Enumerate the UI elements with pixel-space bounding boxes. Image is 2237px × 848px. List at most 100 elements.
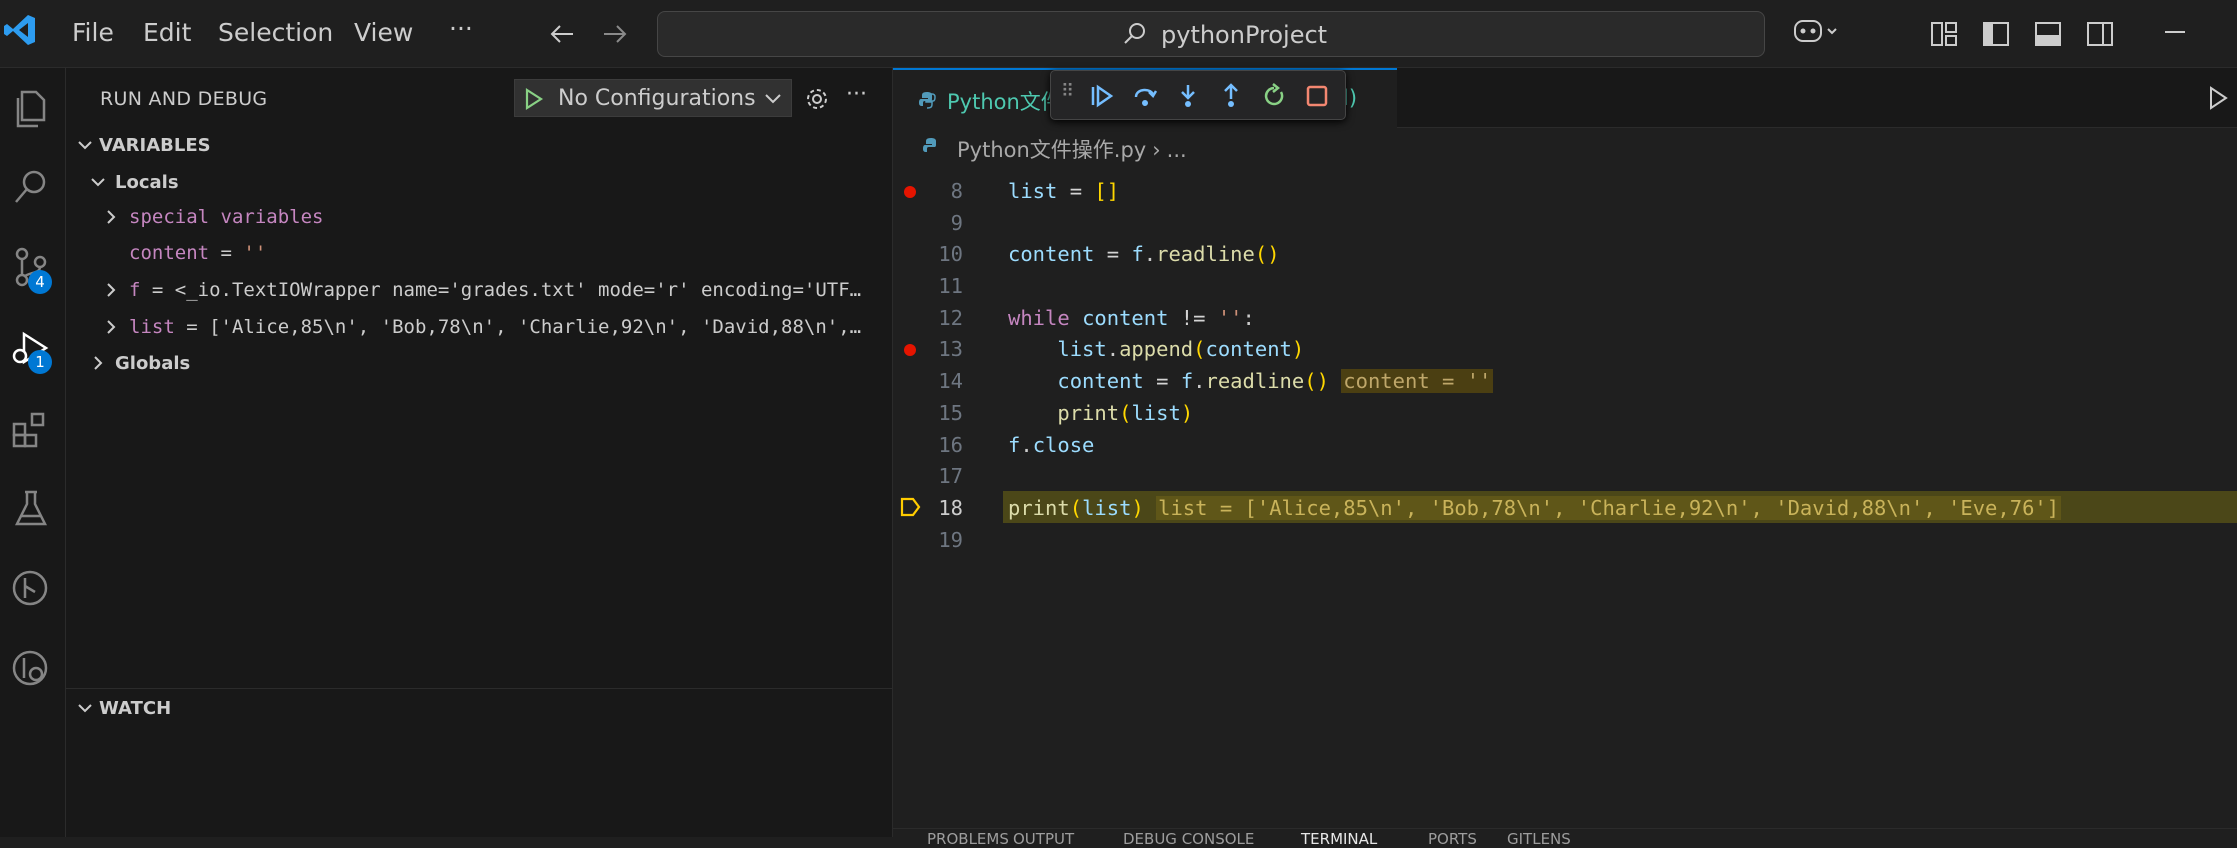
toggle-panel-icon[interactable]: [2034, 20, 2062, 48]
menu-view[interactable]: View: [354, 18, 413, 47]
line-number: 17: [938, 464, 963, 489]
restart-icon[interactable]: [1261, 83, 1287, 109]
line-number: 14: [938, 369, 963, 394]
panel-tab-problems[interactable]: PROBLEMS: [927, 830, 1009, 848]
title-bar: File Edit Selection View ··· pythonProje…: [0, 0, 2237, 68]
code-editor[interactable]: 8 list = [] 9 10 content = f.readline() …: [893, 174, 2237, 554]
toggle-sidebar-icon[interactable]: [1982, 20, 2010, 48]
step-into-icon[interactable]: [1175, 83, 1201, 109]
run-python-file-icon[interactable]: [2206, 85, 2230, 111]
stop-icon[interactable]: [1304, 83, 1330, 109]
special-variables-item[interactable]: special variables: [129, 206, 323, 228]
line-number: 8: [950, 179, 963, 203]
line-number: 18: [938, 495, 963, 520]
panel-tab-output[interactable]: OUTPUT: [1013, 830, 1074, 848]
gitlens-inspect-icon[interactable]: [8, 646, 54, 692]
debug-configuration-dropdown[interactable]: No Configurations: [514, 79, 792, 117]
menu-more[interactable]: ···: [449, 14, 473, 43]
chevron-right-icon[interactable]: [103, 281, 119, 299]
breadcrumb-symbol[interactable]: ...: [1167, 138, 1187, 162]
line-number: 12: [938, 305, 963, 330]
customize-layout-icon[interactable]: [1930, 20, 1958, 48]
run-and-debug-sidebar: RUN AND DEBUG No Configurations ··· VARI…: [66, 68, 893, 837]
line-number: 11: [938, 274, 963, 299]
variable-content[interactable]: content = '': [129, 242, 266, 264]
step-out-icon[interactable]: [1218, 83, 1244, 109]
line-number: 16: [938, 432, 963, 457]
variable-f[interactable]: f = <_io.TextIOWrapper name='grades.txt'…: [129, 279, 889, 301]
globals-scope[interactable]: Globals: [115, 353, 190, 374]
section-divider: [66, 688, 892, 689]
sidebar-title: RUN AND DEBUG: [100, 88, 268, 110]
search-view-icon[interactable]: [8, 164, 54, 210]
command-center-search[interactable]: pythonProject: [657, 11, 1765, 57]
chevron-down-icon: [765, 94, 781, 104]
chevron-right-icon[interactable]: [103, 318, 119, 336]
drag-handle-icon[interactable]: ⠿: [1061, 81, 1074, 102]
start-debugging-icon[interactable]: [523, 87, 545, 111]
extensions-icon[interactable]: [8, 406, 54, 452]
tab-label: Python文件: [947, 90, 1062, 114]
chevron-right-icon[interactable]: [103, 208, 119, 226]
breadcrumb-file[interactable]: Python文件操作.py: [957, 138, 1146, 162]
code-line: 19: [893, 523, 2237, 555]
line-number: 13: [938, 337, 963, 362]
chevron-down-icon[interactable]: [76, 699, 94, 717]
line-number: 10: [938, 242, 963, 267]
step-over-icon[interactable]: [1132, 83, 1158, 109]
copilot-icon[interactable]: [1792, 15, 1840, 49]
activity-bar: 4 1: [0, 68, 66, 837]
python-file-icon: [923, 138, 936, 152]
panel-tab-terminal[interactable]: TERMINAL: [1301, 830, 1377, 848]
explorer-icon[interactable]: [8, 86, 54, 132]
locals-scope[interactable]: Locals: [115, 172, 179, 193]
code-line: 17: [893, 459, 2237, 491]
gear-icon[interactable]: [804, 86, 830, 112]
line-number: 9: [950, 210, 963, 235]
editor-area: Python文件 l) ⠿ Python文件操作.py › ... 8 list…: [893, 68, 2237, 848]
menu-selection[interactable]: Selection: [218, 18, 333, 47]
code-line: 11: [893, 269, 2237, 301]
menu-file[interactable]: File: [72, 18, 114, 47]
python-file-icon: [919, 92, 936, 109]
source-control-badge: 4: [28, 270, 52, 294]
code-line: 12 while content != '':: [893, 301, 2237, 333]
chevron-right-icon[interactable]: [90, 354, 106, 372]
chevron-down-icon[interactable]: [89, 173, 107, 191]
code-line: 14 content = f.readline() content = '': [893, 364, 2237, 396]
editor-tabs: Python文件 l) ⠿: [893, 68, 2237, 128]
menu-edit[interactable]: Edit: [143, 18, 191, 47]
code-line: 13 list.append(content): [893, 332, 2237, 364]
git-graph-icon[interactable]: [8, 566, 54, 612]
line-number: 19: [938, 527, 963, 552]
back-arrow-icon[interactable]: [549, 22, 575, 46]
panel-tab-debug-console[interactable]: DEBUG CONSOLE: [1123, 830, 1254, 848]
code-line: 9: [893, 206, 2237, 238]
breadcrumb-separator: ›: [1152, 138, 1161, 162]
continue-icon[interactable]: [1089, 83, 1115, 109]
panel-tab-ports[interactable]: PORTS: [1428, 830, 1477, 848]
line-number: 15: [938, 400, 963, 425]
command-center-text: pythonProject: [1161, 21, 1328, 49]
run-and-debug-badge: 1: [28, 350, 52, 374]
code-line: 8 list = []: [893, 174, 2237, 206]
watch-section-header[interactable]: WATCH: [99, 698, 171, 719]
testing-icon[interactable]: [8, 486, 54, 532]
variable-list[interactable]: list = ['Alice,85\n', 'Bob,78\n', 'Charl…: [129, 316, 889, 338]
panel-tab-gitlens[interactable]: GITLENS: [1507, 830, 1571, 848]
debug-toolbar: ⠿: [1050, 70, 1346, 120]
minimize-window-icon[interactable]: [2163, 26, 2187, 38]
forward-arrow-icon[interactable]: [602, 22, 628, 46]
chevron-down-icon[interactable]: [76, 136, 94, 154]
code-line: 10 content = f.readline(): [893, 237, 2237, 269]
code-line: 15 print(list): [893, 396, 2237, 428]
configuration-label: No Configurations: [558, 86, 756, 111]
more-actions-icon[interactable]: ···: [846, 82, 867, 107]
vscode-logo-icon[interactable]: [3, 13, 37, 47]
breadcrumb: Python文件操作.py ›...: [923, 134, 1187, 164]
inline-value-list: list = ['Alice,85\n', 'Bob,78\n', 'Charl…: [1156, 495, 2062, 520]
variables-section-header[interactable]: VARIABLES: [99, 135, 211, 156]
search-icon: [1124, 23, 1145, 44]
toggle-secondary-sidebar-icon[interactable]: [2086, 20, 2114, 48]
inline-value-content: content = '': [1341, 369, 1494, 394]
